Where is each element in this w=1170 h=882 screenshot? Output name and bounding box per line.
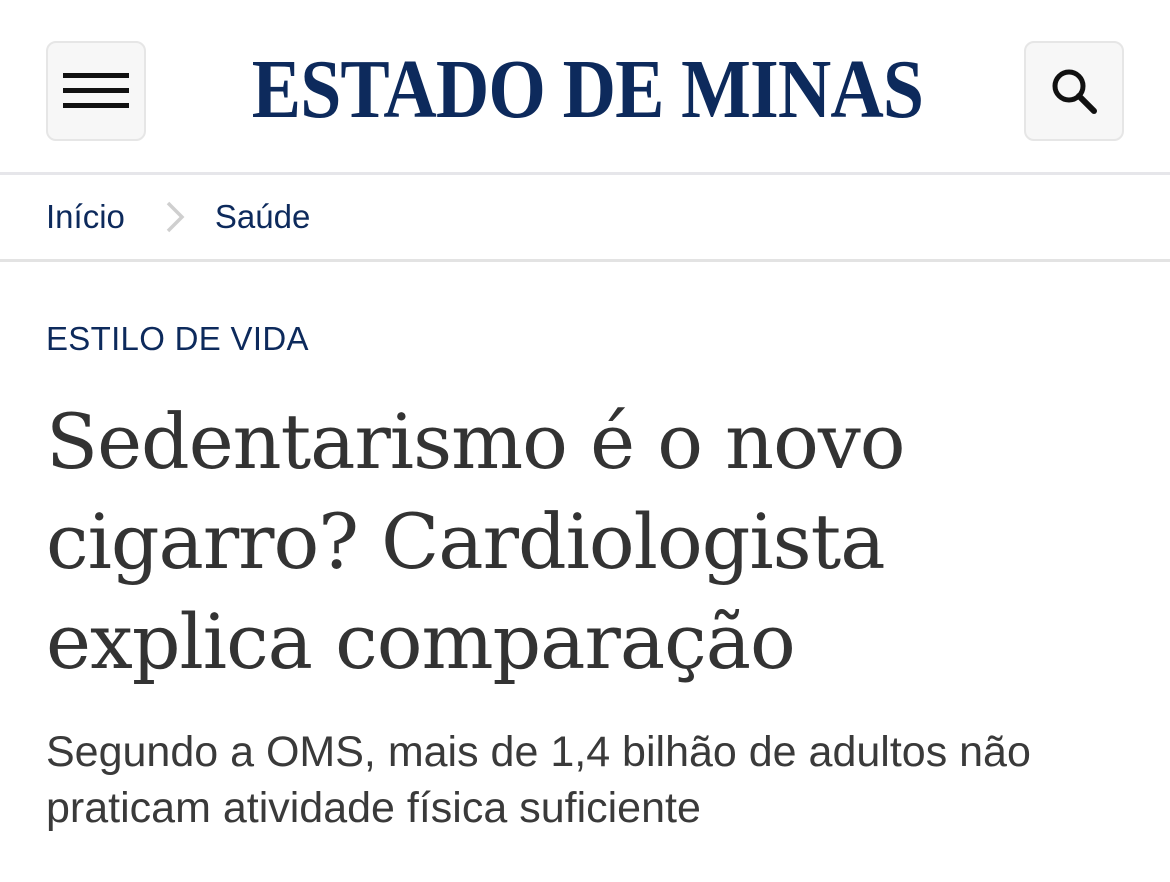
- search-button[interactable]: [1024, 41, 1124, 141]
- article-kicker[interactable]: ESTILO DE VIDA: [46, 320, 309, 358]
- site-header: ESTADO DE MINAS: [0, 0, 1170, 172]
- breadcrumb: Início Saúde: [46, 176, 310, 258]
- breadcrumb-divider: [0, 259, 1170, 262]
- breadcrumb-item-saude[interactable]: Saúde: [215, 198, 310, 236]
- menu-button[interactable]: [46, 41, 146, 141]
- article-subheadline: Segundo a OMS, mais de 1,4 bilhão de adu…: [46, 728, 1031, 832]
- article-headline: Sedentarismo é o novo cigarro? Cardiolog…: [46, 397, 906, 686]
- site-logo[interactable]: ESTADO DE MINAS: [247, 44, 927, 136]
- breadcrumb-item-inicio[interactable]: Início: [46, 198, 125, 236]
- header-divider: [0, 172, 1170, 175]
- hamburger-menu-icon: [63, 73, 129, 108]
- search-icon: [1052, 69, 1097, 114]
- chevron-right-icon: [165, 200, 185, 234]
